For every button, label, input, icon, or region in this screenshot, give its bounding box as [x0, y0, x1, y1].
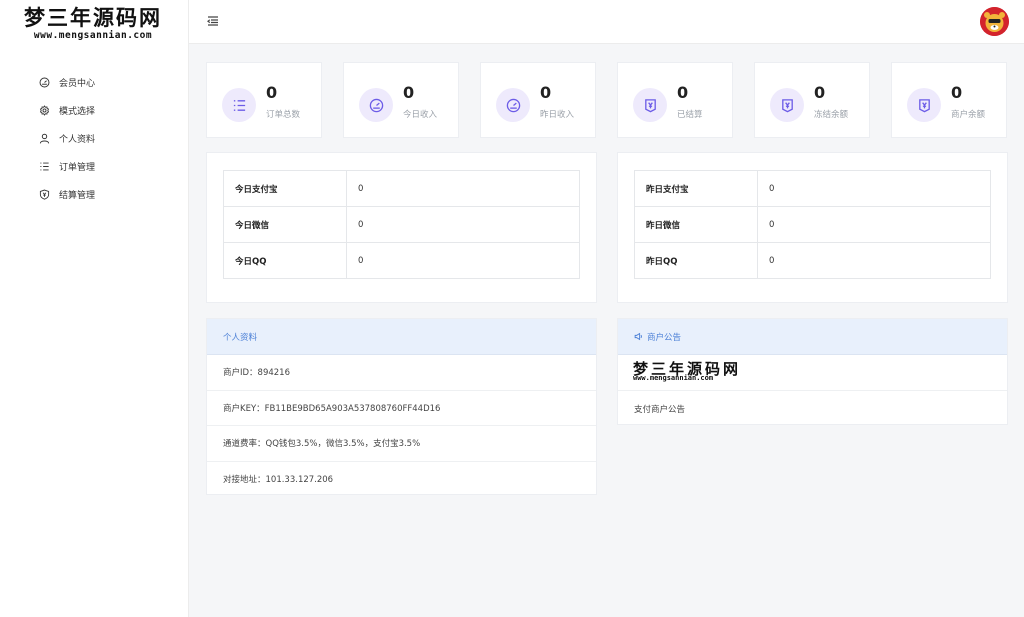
stat-card-settled: 0 已结算 — [617, 62, 733, 138]
stat-label: 今日收入 — [403, 110, 438, 120]
stat-label: 订单总数 — [266, 110, 301, 120]
notice-logo: 梦三年源码网 www.mengsannian.com — [618, 355, 1007, 391]
yen-badge-icon — [770, 88, 804, 122]
list-icon — [222, 88, 256, 122]
channel-rate-row: 通道费率：QQ钱包3.5%，微信3.5%，支付宝3.5% — [207, 426, 596, 462]
stat-label: 昨日收入 — [540, 110, 575, 120]
user-icon — [38, 132, 50, 144]
sidebar-item-label: 订单管理 — [59, 162, 96, 173]
table-value: 0 — [346, 242, 580, 279]
stat-label: 冻结余额 — [814, 110, 849, 120]
table-key: 昨日支付宝 — [634, 170, 758, 207]
sidebar-item-member-center[interactable]: 会员中心 — [38, 68, 95, 96]
stat-card-frozen-balance: 0 冻结余额 — [754, 62, 870, 138]
stat-label: 已结算 — [677, 110, 703, 120]
notice-text: 支付商户公告 — [634, 404, 686, 415]
table-value: 0 — [757, 206, 991, 243]
today-payments-table: 今日支付宝 0 今日微信 0 今日QQ 0 — [223, 170, 580, 279]
shield-yen-icon — [38, 188, 50, 200]
table-value: 0 — [757, 170, 991, 207]
merchant-key-row: 商户KEY：FB11BE9BD65A903A537808760FF44D16 — [207, 391, 596, 426]
top-bar — [189, 0, 1024, 44]
sidebar-item-profile[interactable]: 个人资料 — [38, 124, 95, 152]
merchant-id-row: 商户ID：894216 — [207, 355, 596, 391]
stat-value: 0 — [266, 83, 278, 102]
sidebar-item-orders[interactable]: 订单管理 — [38, 152, 95, 180]
sidebar-item-mode-select[interactable]: 模式选择 — [38, 96, 95, 124]
yen-badge-icon — [907, 88, 941, 122]
table-row: 昨日支付宝 0 — [634, 170, 991, 207]
yesterday-payments-table: 昨日支付宝 0 昨日微信 0 昨日QQ 0 — [634, 170, 991, 279]
today-payments-panel: 今日支付宝 0 今日微信 0 今日QQ 0 — [206, 152, 597, 303]
site-logo[interactable]: 梦三年源码网 www.mengsannian.com — [18, 6, 168, 42]
yesterday-payments-panel: 昨日支付宝 0 昨日微信 0 昨日QQ 0 — [617, 152, 1008, 303]
logo-title: 梦三年源码网 — [24, 5, 162, 30]
sidebar: 梦三年源码网 www.mengsannian.com 会员中心 模式选择 个人资… — [0, 0, 189, 617]
profile-panel: 个人资料 商户ID：894216 商户KEY：FB11BE9BD65A903A5… — [206, 318, 597, 495]
table-key: 昨日微信 — [634, 206, 758, 243]
table-key: 今日支付宝 — [223, 170, 347, 207]
gauge-icon — [496, 88, 530, 122]
stat-value: 0 — [540, 83, 552, 102]
stat-value: 0 — [814, 83, 826, 102]
notice-logo-url: www.mengsannian.com — [633, 374, 714, 382]
gauge-icon — [359, 88, 393, 122]
gear-icon — [38, 104, 50, 116]
stat-value: 0 — [403, 83, 415, 102]
menu-toggle-icon[interactable] — [206, 14, 220, 28]
megaphone-icon — [634, 332, 643, 341]
stat-card-merchant-balance: 0 商户余额 — [891, 62, 1007, 138]
stat-card-today-income: 0 今日收入 — [343, 62, 459, 138]
sidebar-item-label: 会员中心 — [59, 78, 96, 89]
stat-card-order-total: 0 订单总数 — [206, 62, 322, 138]
table-value: 0 — [346, 206, 580, 243]
table-row: 今日支付宝 0 — [223, 170, 580, 207]
sidebar-item-label: 结算管理 — [59, 190, 96, 201]
table-row: 昨日微信 0 — [634, 206, 991, 243]
sidebar-nav: 会员中心 模式选择 个人资料 订单管理 结算管理 — [38, 68, 95, 208]
stat-value: 0 — [951, 83, 963, 102]
table-row: 今日QQ 0 — [223, 242, 580, 279]
notice-header: 商户公告 — [618, 319, 1007, 355]
panel-title: 个人资料 — [207, 319, 596, 355]
yen-badge-icon — [633, 88, 667, 122]
table-value: 0 — [346, 170, 580, 207]
table-key: 今日微信 — [223, 206, 347, 243]
sidebar-item-label: 个人资料 — [59, 134, 96, 145]
stat-label: 商户余额 — [951, 110, 986, 120]
stat-card-yesterday-income: 0 昨日收入 — [480, 62, 596, 138]
panel-title: 商户公告 — [647, 332, 682, 343]
stat-value: 0 — [677, 83, 689, 102]
table-row: 今日微信 0 — [223, 206, 580, 243]
table-key: 昨日QQ — [634, 242, 758, 279]
notice-panel: 商户公告 梦三年源码网 www.mengsannian.com 支付商户公告 — [617, 318, 1008, 425]
sidebar-item-label: 模式选择 — [59, 106, 96, 117]
api-address-row: 对接地址：101.33.127.206 — [223, 475, 334, 486]
table-row: 昨日QQ 0 — [634, 242, 991, 279]
dashboard-icon — [38, 76, 50, 88]
logo-url: www.mengsannian.com — [33, 30, 153, 41]
table-value: 0 — [757, 242, 991, 279]
table-key: 今日QQ — [223, 242, 347, 279]
list-icon — [38, 160, 50, 172]
avatar[interactable] — [980, 7, 1009, 36]
sidebar-item-settlement[interactable]: 结算管理 — [38, 180, 95, 208]
